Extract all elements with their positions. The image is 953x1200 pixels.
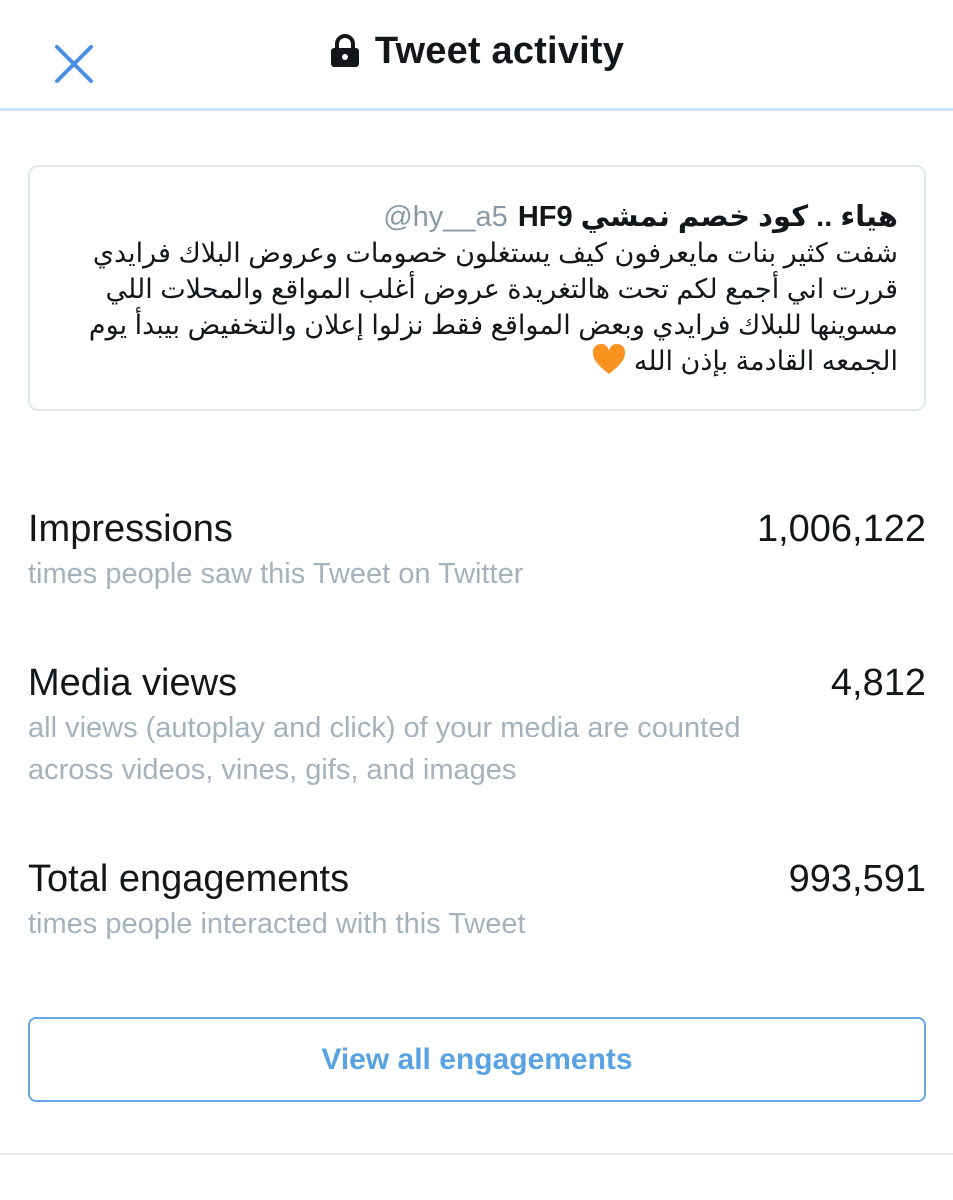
header-divider <box>0 108 953 111</box>
tweet-author-handle: @hy__a5 <box>383 201 508 233</box>
metric-description: across videos, vines, gifs, and images <box>28 754 517 786</box>
tweet-text: شفت كثير بنات مايعرفون كيف يستغلون خصوما… <box>58 235 898 379</box>
close-button[interactable] <box>52 42 96 86</box>
close-icon <box>55 45 93 83</box>
tweet-text-line: الجمعه القادمة بإذن الله <box>633 346 898 376</box>
tweet-text-line: مسوينها للبلاك فرايدي وبعض المواقع فقط ن… <box>88 310 898 340</box>
metric-media-views: Media views 4,812 all views (autoplay an… <box>28 662 926 791</box>
metric-description: times people interacted with this Tweet <box>28 908 526 940</box>
tweet-text-line-last: الجمعه القادمة بإذن الله <box>58 343 898 379</box>
tweet-card[interactable]: هياء .. كود خصم نمشي HF9 @hy__a5 شفت كثي… <box>28 165 926 411</box>
view-all-engagements-button[interactable]: View all engagements <box>28 1017 926 1102</box>
orange-heart-icon <box>593 344 626 374</box>
bottom-divider <box>0 1153 953 1155</box>
metric-label: Media views <box>28 662 238 704</box>
tweet-author-name: هياء .. كود خصم نمشي HF9 <box>517 201 898 233</box>
metric-value: 4,812 <box>830 662 926 704</box>
metric-label: Impressions <box>28 508 233 550</box>
metric-total-engagements: Total engagements 993,591 times people i… <box>28 858 926 945</box>
tweet-text-line: قررت اني أجمع لكم تحت هالتغريدة عروض أغل… <box>105 274 898 304</box>
tweet-text-line: شفت كثير بنات مايعرفون كيف يستغلون خصوما… <box>92 238 898 268</box>
header-bar: Tweet activity <box>0 0 953 110</box>
metric-value: 1,006,122 <box>756 508 926 550</box>
metric-description: all views (autoplay and click) of your m… <box>28 712 741 744</box>
tweet-author-row: هياء .. كود خصم نمشي HF9 @hy__a5 <box>58 197 898 237</box>
lock-icon <box>330 34 359 67</box>
metric-description: times people saw this Tweet on Twitter <box>28 558 524 590</box>
metric-label: Total engagements <box>28 858 350 900</box>
metric-value: 993,591 <box>788 858 926 900</box>
metric-impressions: Impressions 1,006,122 times people saw t… <box>28 508 926 595</box>
page-title: Tweet activity <box>374 29 625 72</box>
title-group: Tweet activity <box>329 30 624 73</box>
